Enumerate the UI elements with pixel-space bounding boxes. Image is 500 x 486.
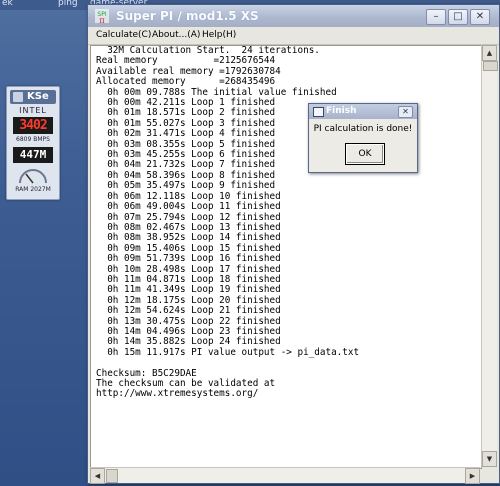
cpu-label: INTEL	[19, 106, 47, 115]
widget-header: KSe	[10, 90, 56, 104]
horizontal-scroll-thumb[interactable]	[106, 469, 118, 483]
ram-gauge-icon	[19, 169, 47, 184]
menu-bar: Calculate(C) About...(A) Help(H)	[88, 27, 499, 45]
maximize-button[interactable]: □	[448, 9, 468, 25]
dialog-message: PI calculation is done!	[313, 124, 413, 134]
taskbar-item[interactable]: ek	[2, 0, 13, 8]
scroll-up-icon[interactable]: ▲	[482, 45, 497, 61]
minimize-button[interactable]: –	[426, 9, 446, 25]
superpi-window: SPI π Super PI / mod1.5 XS – □ ✕ Calcula…	[87, 4, 500, 484]
horizontal-scrollbar[interactable]: ◀ ▶	[90, 467, 480, 484]
cpu-clock-readout: 3402	[13, 117, 53, 134]
menu-calculate[interactable]: Calculate(C)	[96, 27, 151, 44]
dialog-title: Finish	[326, 106, 357, 116]
window-title: Super PI / mod1.5 XS	[116, 9, 259, 23]
scroll-right-icon[interactable]: ▶	[465, 468, 480, 484]
system-monitor-widget[interactable]: KSe INTEL 3402 6809 BMPS 447M RAM 2027M	[6, 86, 60, 200]
widget-brand: KSe	[27, 91, 49, 102]
menu-help[interactable]: Help(H)	[202, 27, 236, 44]
ram-total-label: RAM 2027M	[15, 186, 51, 193]
dialog-title-bar[interactable]: Finish ✕	[309, 104, 417, 119]
title-bar[interactable]: SPI π Super PI / mod1.5 XS – □ ✕	[88, 5, 499, 27]
menu-about[interactable]: About...(A)	[152, 27, 200, 44]
dialog-close-button[interactable]: ✕	[398, 106, 413, 118]
vertical-scrollbar[interactable]: ▲ ▼	[481, 45, 498, 467]
ram-readout: 447M	[13, 147, 53, 163]
super-pi-icon: SPI π	[95, 9, 109, 24]
window-icon	[313, 107, 324, 117]
bmps-label: 6809 BMPS	[16, 136, 50, 143]
close-button[interactable]: ✕	[470, 9, 490, 25]
scroll-down-icon[interactable]: ▼	[482, 451, 497, 467]
svg-text:π: π	[99, 16, 104, 24]
widget-logo-icon	[13, 92, 23, 102]
calculation-log: 32M Calculation Start. 24 iterations. Re…	[96, 45, 360, 400]
scroll-left-icon[interactable]: ◀	[90, 468, 105, 484]
finish-dialog: Finish ✕ PI calculation is done! OK	[308, 103, 418, 173]
vertical-scroll-thumb[interactable]	[483, 61, 498, 71]
taskbar-item[interactable]: ping	[58, 0, 78, 8]
ok-button[interactable]: OK	[345, 143, 385, 165]
output-textarea[interactable]: 32M Calculation Start. 24 iterations. Re…	[90, 45, 482, 469]
